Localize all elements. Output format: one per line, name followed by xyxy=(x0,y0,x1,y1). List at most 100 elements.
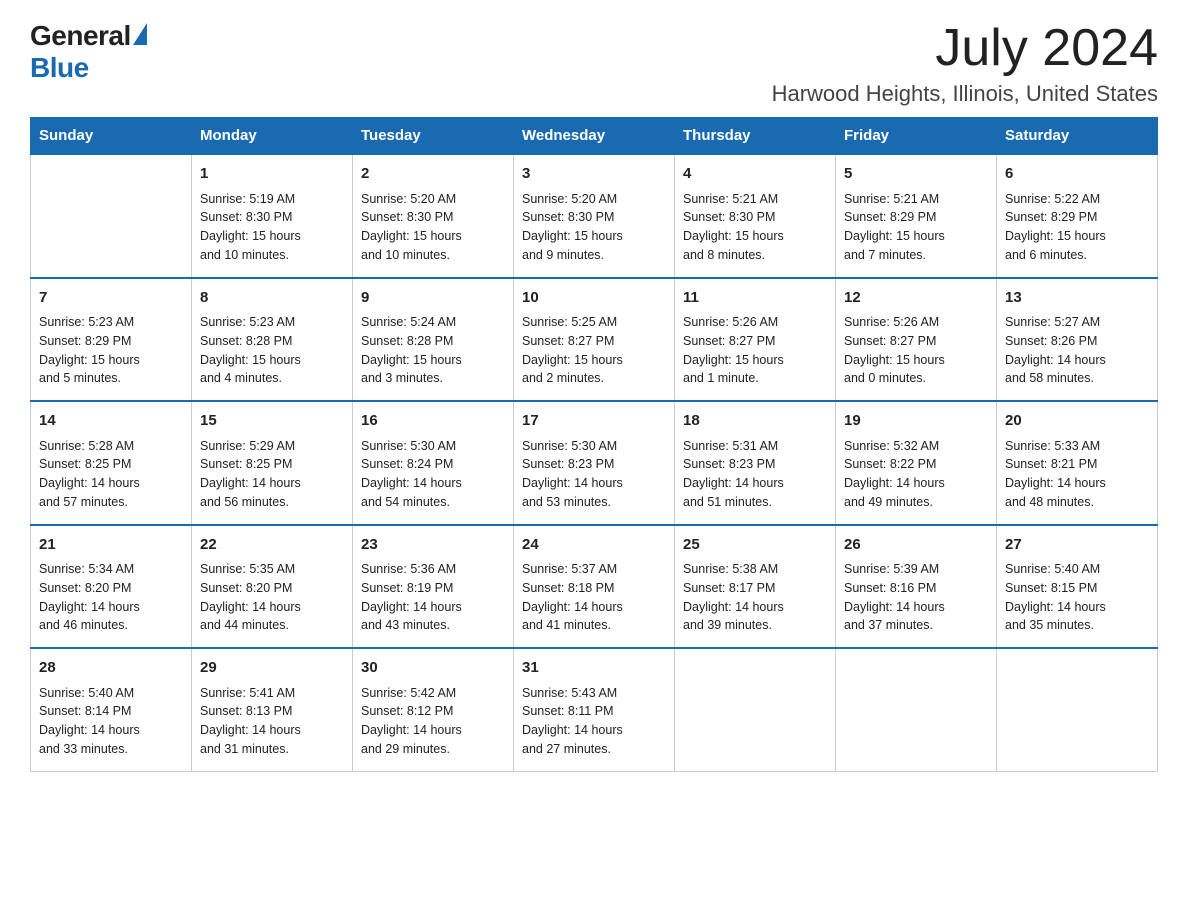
day-info: Sunrise: 5:19 AM Sunset: 8:30 PM Dayligh… xyxy=(200,190,344,265)
day-info: Sunrise: 5:23 AM Sunset: 8:28 PM Dayligh… xyxy=(200,313,344,388)
calendar-week-row: 28 Sunrise: 5:40 AM Sunset: 8:14 PM Dayli… xyxy=(31,648,1158,771)
calendar-cell: 27Sunrise: 5:40 AM Sunset: 8:15 PM Dayli… xyxy=(997,525,1158,649)
calendar-cell: 5 Sunrise: 5:21 AM Sunset: 8:29 PM Daylig… xyxy=(836,155,997,278)
calendar-cell: 17 Sunrise: 5:30 AM Sunset: 8:23 PM Dayli… xyxy=(514,401,675,525)
logo-blue-text: Blue xyxy=(30,52,89,84)
calendar-cell: 9 Sunrise: 5:24 AM Sunset: 8:28 PM Daylig… xyxy=(353,278,514,402)
day-info: Sunrise: 5:36 AM Sunset: 8:19 PM Dayligh… xyxy=(361,560,505,635)
day-number: 31 xyxy=(522,657,666,680)
day-info: Sunrise: 5:34 AM Sunset: 8:20 PM Dayligh… xyxy=(39,560,183,635)
calendar-cell: 25 Sunrise: 5:38 AM Sunset: 8:17 PM Dayli… xyxy=(675,525,836,649)
day-info: Sunrise: 5:27 AM Sunset: 8:26 PM Dayligh… xyxy=(1005,313,1149,388)
calendar-cell: 10Sunrise: 5:25 AM Sunset: 8:27 PM Dayli… xyxy=(514,278,675,402)
title-section: July 2024 Harwood Heights, Illinois, Uni… xyxy=(772,20,1158,107)
day-info: Sunrise: 5:43 AM Sunset: 8:11 PM Dayligh… xyxy=(522,684,666,759)
day-number: 5 xyxy=(844,163,988,186)
day-number: 10 xyxy=(522,287,666,310)
day-number: 20 xyxy=(1005,410,1149,433)
calendar-cell: 3 Sunrise: 5:20 AM Sunset: 8:30 PM Daylig… xyxy=(514,155,675,278)
day-number: 24 xyxy=(522,534,666,557)
day-info: Sunrise: 5:22 AM Sunset: 8:29 PM Dayligh… xyxy=(1005,190,1149,265)
day-number: 29 xyxy=(200,657,344,680)
calendar-cell: 6 Sunrise: 5:22 AM Sunset: 8:29 PM Daylig… xyxy=(997,155,1158,278)
day-info: Sunrise: 5:23 AM Sunset: 8:29 PM Dayligh… xyxy=(39,313,183,388)
calendar-header-monday: Monday xyxy=(192,117,353,155)
calendar-cell xyxy=(997,648,1158,771)
logo-general-text: General xyxy=(30,20,131,52)
day-number: 1 xyxy=(200,163,344,186)
calendar-cell: 15Sunrise: 5:29 AM Sunset: 8:25 PM Dayli… xyxy=(192,401,353,525)
day-number: 22 xyxy=(200,534,344,557)
day-number: 14 xyxy=(39,410,183,433)
calendar-header-thursday: Thursday xyxy=(675,117,836,155)
day-number: 6 xyxy=(1005,163,1149,186)
calendar-header-tuesday: Tuesday xyxy=(353,117,514,155)
day-number: 7 xyxy=(39,287,183,310)
day-info: Sunrise: 5:20 AM Sunset: 8:30 PM Dayligh… xyxy=(522,190,666,265)
day-number: 2 xyxy=(361,163,505,186)
day-number: 9 xyxy=(361,287,505,310)
day-number: 12 xyxy=(844,287,988,310)
day-number: 16 xyxy=(361,410,505,433)
calendar-cell xyxy=(31,155,192,278)
calendar-header-saturday: Saturday xyxy=(997,117,1158,155)
day-number: 21 xyxy=(39,534,183,557)
day-number: 19 xyxy=(844,410,988,433)
day-info: Sunrise: 5:42 AM Sunset: 8:12 PM Dayligh… xyxy=(361,684,505,759)
calendar-cell: 14 Sunrise: 5:28 AM Sunset: 8:25 PM Dayli… xyxy=(31,401,192,525)
day-number: 18 xyxy=(683,410,827,433)
calendar-cell: 28 Sunrise: 5:40 AM Sunset: 8:14 PM Dayli… xyxy=(31,648,192,771)
day-number: 25 xyxy=(683,534,827,557)
calendar-cell: 21 Sunrise: 5:34 AM Sunset: 8:20 PM Dayli… xyxy=(31,525,192,649)
day-info: Sunrise: 5:37 AM Sunset: 8:18 PM Dayligh… xyxy=(522,560,666,635)
day-info: Sunrise: 5:30 AM Sunset: 8:24 PM Dayligh… xyxy=(361,437,505,512)
day-info: Sunrise: 5:32 AM Sunset: 8:22 PM Dayligh… xyxy=(844,437,988,512)
calendar-cell xyxy=(675,648,836,771)
day-number: 3 xyxy=(522,163,666,186)
day-info: Sunrise: 5:30 AM Sunset: 8:23 PM Dayligh… xyxy=(522,437,666,512)
calendar-cell: 4Sunrise: 5:21 AM Sunset: 8:30 PM Daylig… xyxy=(675,155,836,278)
day-info: Sunrise: 5:24 AM Sunset: 8:28 PM Dayligh… xyxy=(361,313,505,388)
day-info: Sunrise: 5:26 AM Sunset: 8:27 PM Dayligh… xyxy=(844,313,988,388)
calendar-cell: 19 Sunrise: 5:32 AM Sunset: 8:22 PM Dayli… xyxy=(836,401,997,525)
day-number: 17 xyxy=(522,410,666,433)
calendar-cell xyxy=(836,648,997,771)
day-info: Sunrise: 5:40 AM Sunset: 8:15 PM Dayligh… xyxy=(1005,560,1149,635)
calendar-cell: 7 Sunrise: 5:23 AM Sunset: 8:29 PM Daylig… xyxy=(31,278,192,402)
calendar-cell: 31 Sunrise: 5:43 AM Sunset: 8:11 PM Dayli… xyxy=(514,648,675,771)
calendar-week-row: 21 Sunrise: 5:34 AM Sunset: 8:20 PM Dayli… xyxy=(31,525,1158,649)
day-info: Sunrise: 5:28 AM Sunset: 8:25 PM Dayligh… xyxy=(39,437,183,512)
day-info: Sunrise: 5:20 AM Sunset: 8:30 PM Dayligh… xyxy=(361,190,505,265)
day-number: 13 xyxy=(1005,287,1149,310)
calendar-week-row: 14 Sunrise: 5:28 AM Sunset: 8:25 PM Dayli… xyxy=(31,401,1158,525)
day-info: Sunrise: 5:39 AM Sunset: 8:16 PM Dayligh… xyxy=(844,560,988,635)
day-info: Sunrise: 5:41 AM Sunset: 8:13 PM Dayligh… xyxy=(200,684,344,759)
day-info: Sunrise: 5:38 AM Sunset: 8:17 PM Dayligh… xyxy=(683,560,827,635)
calendar-cell: 8 Sunrise: 5:23 AM Sunset: 8:28 PM Daylig… xyxy=(192,278,353,402)
day-info: Sunrise: 5:21 AM Sunset: 8:29 PM Dayligh… xyxy=(844,190,988,265)
calendar-table: SundayMondayTuesdayWednesdayThursdayFrid… xyxy=(30,117,1158,772)
calendar-cell: 2 Sunrise: 5:20 AM Sunset: 8:30 PM Daylig… xyxy=(353,155,514,278)
month-title: July 2024 xyxy=(772,20,1158,77)
location-title: Harwood Heights, Illinois, United States xyxy=(772,81,1158,107)
calendar-cell: 12 Sunrise: 5:26 AM Sunset: 8:27 PM Dayli… xyxy=(836,278,997,402)
calendar-header-friday: Friday xyxy=(836,117,997,155)
page-header: General Blue July 2024 Harwood Heights, … xyxy=(30,20,1158,107)
day-number: 28 xyxy=(39,657,183,680)
day-number: 26 xyxy=(844,534,988,557)
calendar-cell: 1 Sunrise: 5:19 AM Sunset: 8:30 PM Daylig… xyxy=(192,155,353,278)
day-number: 8 xyxy=(200,287,344,310)
day-info: Sunrise: 5:40 AM Sunset: 8:14 PM Dayligh… xyxy=(39,684,183,759)
day-info: Sunrise: 5:31 AM Sunset: 8:23 PM Dayligh… xyxy=(683,437,827,512)
calendar-header-row: SundayMondayTuesdayWednesdayThursdayFrid… xyxy=(31,117,1158,155)
calendar-cell: 23Sunrise: 5:36 AM Sunset: 8:19 PM Dayli… xyxy=(353,525,514,649)
day-info: Sunrise: 5:29 AM Sunset: 8:25 PM Dayligh… xyxy=(200,437,344,512)
day-number: 11 xyxy=(683,287,827,310)
day-info: Sunrise: 5:33 AM Sunset: 8:21 PM Dayligh… xyxy=(1005,437,1149,512)
day-info: Sunrise: 5:26 AM Sunset: 8:27 PM Dayligh… xyxy=(683,313,827,388)
calendar-cell: 22Sunrise: 5:35 AM Sunset: 8:20 PM Dayli… xyxy=(192,525,353,649)
calendar-cell: 20 Sunrise: 5:33 AM Sunset: 8:21 PM Dayli… xyxy=(997,401,1158,525)
calendar-cell: 29 Sunrise: 5:41 AM Sunset: 8:13 PM Dayli… xyxy=(192,648,353,771)
logo-triangle-icon xyxy=(133,23,147,45)
calendar-week-row: 7 Sunrise: 5:23 AM Sunset: 8:29 PM Daylig… xyxy=(31,278,1158,402)
